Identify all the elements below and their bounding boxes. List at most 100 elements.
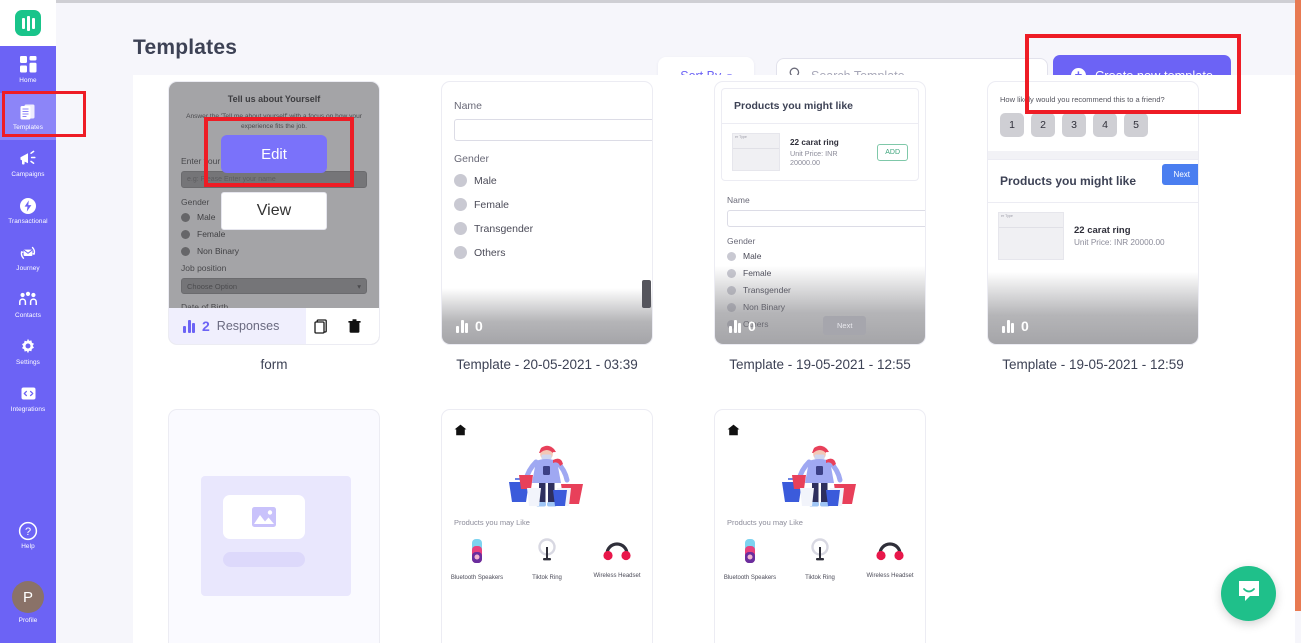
shopping-illustration — [764, 440, 876, 523]
template-card[interactable] — [168, 409, 380, 643]
question-circle-icon: ? — [18, 521, 38, 541]
responses-chip[interactable]: 0 — [988, 308, 1043, 344]
speaker-icon — [469, 538, 485, 569]
sidebar-item-label: Settings — [16, 358, 40, 366]
sidebar-item-contacts[interactable]: Contacts — [0, 281, 56, 328]
responses-count: 0 — [1021, 318, 1029, 334]
template-card[interactable]: How likely would you recommend this to a… — [987, 81, 1199, 372]
preview-radio-option: Female — [727, 268, 913, 278]
sidebar-item-label: Home — [19, 76, 37, 84]
preview-radio-option: Transgender — [727, 285, 913, 295]
code-brackets-icon — [20, 384, 37, 404]
card-footer-bar: 2 Responses — [169, 308, 379, 344]
main-content: Templates Sort By ▾ + Create new templat… — [56, 3, 1295, 643]
card-actions — [306, 318, 379, 334]
sidebar-item-home[interactable]: Home — [0, 46, 56, 93]
preview-scrollbar[interactable] — [642, 280, 651, 308]
card-footer-bar: 0 — [442, 308, 652, 344]
bar-chart-icon — [1002, 319, 1014, 333]
edit-button[interactable]: Edit — [221, 135, 327, 173]
sidebar-item-journey[interactable]: Journey — [0, 234, 56, 281]
bar-chart-icon — [729, 319, 741, 333]
template-card[interactable]: Products you may Like Bluetooth Speakers… — [441, 409, 653, 643]
chat-bubble-icon — [1236, 578, 1262, 609]
template-card-thumbnail[interactable] — [168, 409, 380, 643]
preview-product-price: Unit Price: INR 20000.00 — [1074, 238, 1165, 247]
app-logo[interactable] — [0, 0, 56, 46]
preview-radio-option: Male — [454, 174, 640, 187]
nps-option: 5 — [1124, 113, 1148, 137]
nps-option: 3 — [1062, 113, 1086, 137]
preview-gender-label: Gender — [454, 153, 490, 165]
responses-count: 0 — [748, 318, 756, 334]
page-title: Templates — [133, 36, 238, 59]
template-card-thumbnail[interactable]: Products you might like er Type 22 carat… — [714, 81, 926, 345]
sidebar-item-help[interactable]: ? Help — [0, 512, 56, 559]
ring-light-icon — [810, 538, 830, 569]
sidebar-item-settings[interactable]: Settings — [0, 328, 56, 375]
nps-option: 4 — [1093, 113, 1117, 137]
delete-icon[interactable] — [348, 318, 361, 334]
headphones-icon — [603, 538, 631, 567]
product-image-placeholder: er Type — [732, 133, 780, 171]
product-label: Wireless Headset — [593, 573, 641, 579]
product-item: Tiktok Ring — [512, 538, 582, 581]
template-card[interactable]: Products you may Like Bluetooth Speakers… — [714, 409, 926, 643]
skeleton-bar — [223, 552, 305, 567]
sidebar-item-label: Journey — [16, 264, 40, 272]
template-card-thumbnail[interactable]: Tell us about Yourself Answer the 'Tell … — [168, 81, 380, 345]
sidebar-item-label: Transactional — [8, 217, 48, 225]
preview-name-label: Name — [727, 195, 750, 205]
sidebar-item-label: Integrations — [10, 405, 46, 413]
product-item: Bluetooth Speakers — [715, 538, 785, 581]
preview-product-header: Products you might like — [722, 89, 918, 124]
bar-chart-icon — [456, 319, 468, 333]
sidebar-item-transactional[interactable]: Transactional — [0, 187, 56, 234]
template-card[interactable]: Tell us about Yourself Answer the 'Tell … — [168, 81, 380, 372]
template-card-thumbnail[interactable]: Products you may Like Bluetooth Speakers… — [441, 409, 653, 643]
preview-products-caption: Products you may Like — [454, 518, 530, 527]
responses-label: Responses — [216, 319, 280, 333]
responses-chip[interactable]: 0 — [715, 308, 770, 344]
envelope-cycle-icon — [18, 243, 38, 263]
preview-product-block: Products you might like er Type 22 carat… — [721, 88, 919, 181]
page-right-border-annotation — [1295, 0, 1301, 611]
preview-gender-label: Gender — [727, 236, 756, 246]
grid-icon — [19, 55, 37, 75]
bar-chart-icon — [183, 319, 195, 333]
template-card-title: Template - 20-05-2021 - 03:39 — [456, 357, 638, 372]
bolt-icon — [19, 196, 37, 216]
template-preview: How likely would you recommend this to a… — [988, 82, 1198, 269]
template-preview: Products you might like er Type 22 carat… — [715, 88, 925, 329]
sidebar-item-profile[interactable]: P Profile — [0, 573, 56, 633]
card-footer-bar: 0 — [715, 308, 925, 344]
product-label: Bluetooth Speakers — [723, 575, 777, 581]
preview-product-icons: Bluetooth Speakers Tiktok Ring Wireless … — [442, 538, 652, 581]
preview-next-button: Next — [1161, 164, 1198, 185]
chat-widget-button[interactable] — [1221, 566, 1276, 621]
preview-radio-option: Female — [454, 198, 640, 211]
svg-text:?: ? — [25, 526, 31, 538]
template-card-thumbnail[interactable]: Products you may Like Bluetooth Speakers… — [714, 409, 926, 643]
product-item: Bluetooth Speakers — [442, 538, 512, 581]
template-card[interactable]: Products you might like er Type 22 carat… — [714, 81, 926, 372]
template-card-title: form — [260, 357, 288, 372]
product-label: Tiktok Ring — [532, 575, 562, 581]
sidebar-item-templates[interactable]: Templates — [0, 93, 56, 140]
template-card-thumbnail[interactable]: How likely would you recommend this to a… — [987, 81, 1199, 345]
product-label: Bluetooth Speakers — [450, 575, 504, 581]
image-placeholder-icon — [223, 495, 305, 539]
sidebar-item-integrations[interactable]: Integrations — [0, 375, 56, 422]
responses-chip[interactable]: 2 Responses — [169, 308, 306, 344]
template-card[interactable]: Name Gender Male Female Transgender Othe… — [441, 81, 653, 372]
template-card-thumbnail[interactable]: Name Gender Male Female Transgender Othe… — [441, 81, 653, 345]
headphones-icon — [876, 538, 904, 567]
duplicate-icon[interactable] — [314, 318, 328, 334]
view-button[interactable]: View — [221, 192, 327, 230]
avatar-initial: P — [22, 588, 33, 606]
sidebar-item-campaigns[interactable]: Campaigns — [0, 140, 56, 187]
preview-next-button: Next — [823, 316, 867, 335]
gear-icon — [19, 337, 37, 357]
responses-chip[interactable]: 0 — [442, 308, 497, 344]
preview-section-divider — [988, 151, 1198, 159]
